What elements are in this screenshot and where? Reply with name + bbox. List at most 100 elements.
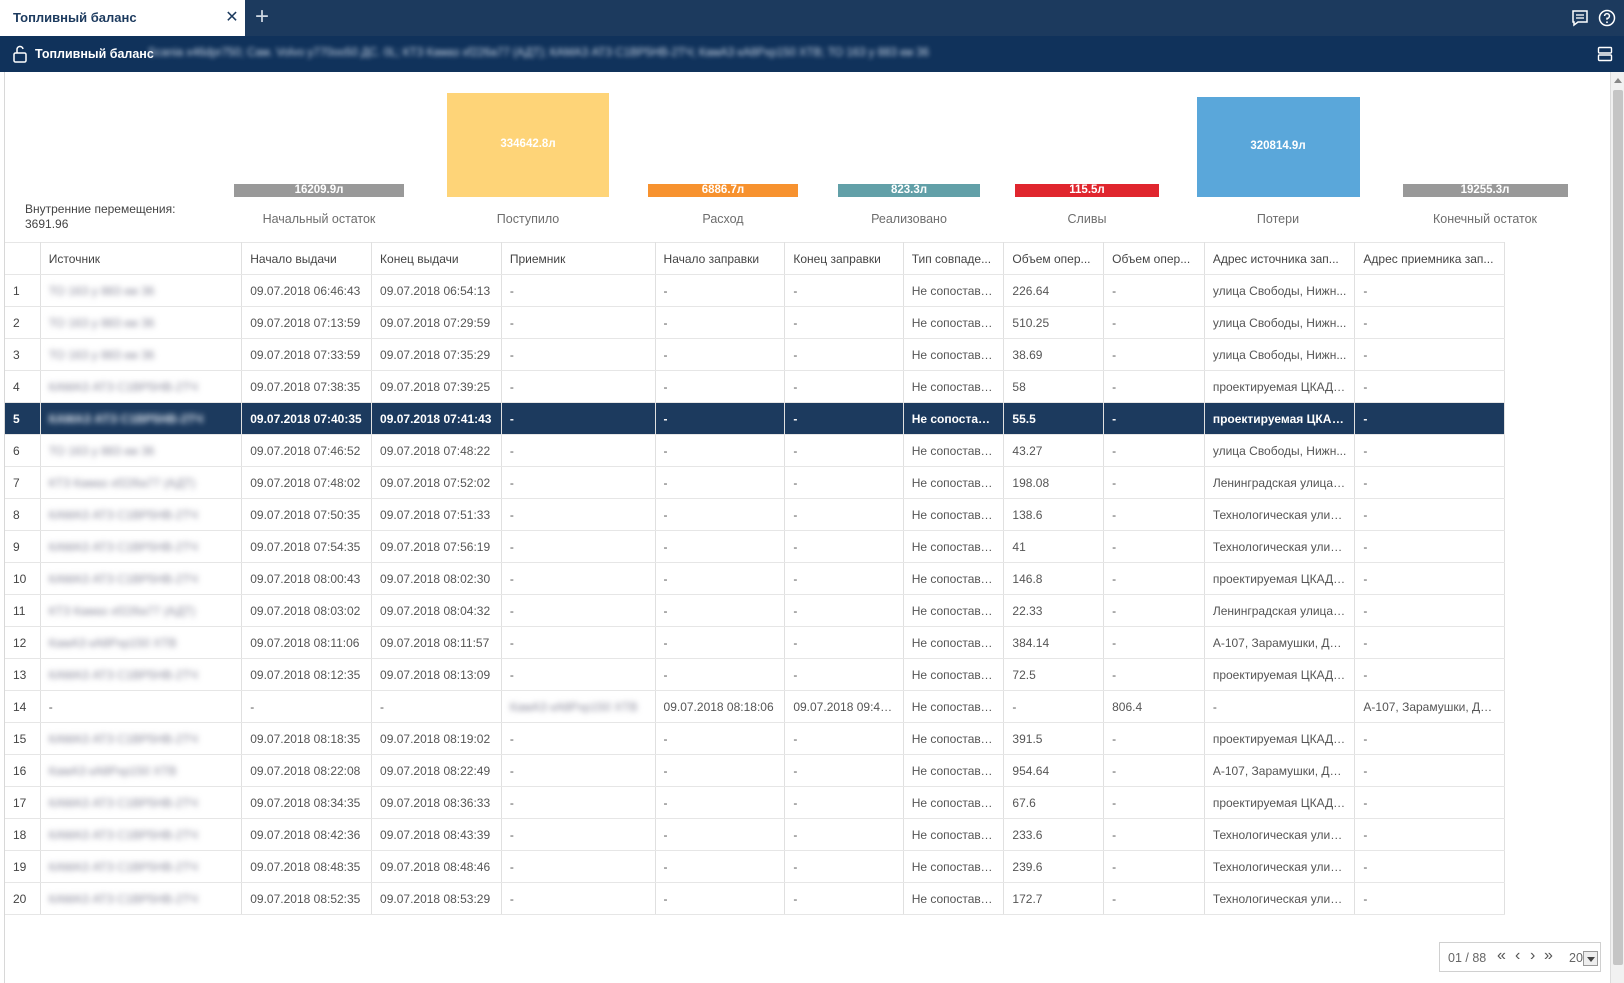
- table-cell[interactable]: -: [1354, 562, 1505, 595]
- column-header[interactable]: Конец выдачи: [371, 242, 502, 275]
- table-cell[interactable]: -: [1103, 498, 1205, 531]
- table-cell[interactable]: 09.07.2018 07:33:59: [241, 338, 373, 371]
- table-cell[interactable]: Не сопоставл...: [903, 498, 1005, 531]
- table-cell[interactable]: -: [1354, 626, 1505, 659]
- table-cell[interactable]: 09.07.2018 07:51:33: [371, 498, 502, 531]
- table-cell[interactable]: 172.7: [1003, 882, 1105, 915]
- row-number-cell[interactable]: 10: [5, 562, 41, 595]
- table-cell[interactable]: Ленинградская улица, ...: [1204, 466, 1356, 499]
- column-header[interactable]: Начало выдачи: [241, 242, 373, 275]
- table-cell[interactable]: 09.07.2018 08:12:35: [241, 658, 373, 691]
- table-row[interactable]: 14- - - КамАЗ кА8Рхр150 ХТВ 09.07.2018 08:18…: [5, 690, 1505, 723]
- table-cell[interactable]: 09.07.2018 07:39:25: [371, 370, 502, 403]
- table-cell[interactable]: 09.07.2018 08:02:30: [371, 562, 502, 595]
- table-cell[interactable]: Не сопоставл...: [903, 818, 1005, 851]
- table-cell[interactable]: -: [655, 402, 786, 435]
- table-row[interactable]: 3 ТО 163 у 883 км 36 09.07.2018 07:33:59 09…: [5, 338, 1505, 371]
- table-cell[interactable]: улица Свободы, Нижн...: [1204, 274, 1356, 307]
- table-cell[interactable]: -: [655, 370, 786, 403]
- table-cell[interactable]: -: [501, 722, 656, 755]
- table-row[interactable]: 16 КамАЗ кА8Рхр150 ХТВ 09.07.2018 08:22:08…: [5, 754, 1505, 787]
- table-cell[interactable]: -: [655, 466, 786, 499]
- table-cell[interactable]: проектируемая ЦКАД, ...: [1204, 402, 1356, 435]
- column-header[interactable]: Объем опер...: [1103, 242, 1205, 275]
- table-cell[interactable]: -: [501, 402, 656, 435]
- table-cell[interactable]: 138.6: [1003, 498, 1105, 531]
- table-cell[interactable]: 146.8: [1003, 562, 1105, 595]
- table-cell[interactable]: -: [784, 402, 904, 435]
- table-cell[interactable]: -: [501, 594, 656, 627]
- table-cell[interactable]: -: [501, 434, 656, 467]
- table-cell[interactable]: 391.5: [1003, 722, 1105, 755]
- table-cell[interactable]: 09.07.2018 07:40:35: [241, 402, 373, 435]
- source-cell[interactable]: КАМАЗ АТЗ С1ВР5НВ-2ТЧ: [40, 498, 243, 531]
- table-row[interactable]: 17 КАМАЗ АТЗ С1ВР5НВ-2ТЧ 09.07.2018 08:34:…: [5, 786, 1505, 819]
- source-cell[interactable]: КАМАЗ АТЗ С1ВР5НВ-2ТЧ: [40, 370, 243, 403]
- table-cell[interactable]: 09.07.2018 08:22:49: [371, 754, 502, 787]
- table-cell[interactable]: -: [784, 786, 904, 819]
- table-cell[interactable]: Не сопоставл...: [903, 434, 1005, 467]
- table-cell[interactable]: 09.07.2018 08:34:35: [241, 786, 373, 819]
- row-number-cell[interactable]: 4: [5, 370, 41, 403]
- table-cell[interactable]: -: [1354, 370, 1505, 403]
- table-cell[interactable]: -: [1204, 690, 1356, 723]
- table-cell[interactable]: Не сопоставл...: [903, 562, 1005, 595]
- table-row[interactable]: 20 КАМАЗ АТЗ С1ВР5НВ-2ТЧ 09.07.2018 08:52:…: [5, 882, 1505, 915]
- table-cell[interactable]: -: [784, 594, 904, 627]
- table-cell[interactable]: 09.07.2018 08:48:46: [371, 850, 502, 883]
- table-cell[interactable]: 510.25: [1003, 306, 1105, 339]
- table-cell[interactable]: 09.07.2018 08:03:02: [241, 594, 373, 627]
- table-cell[interactable]: 09.07.2018 09:43...: [784, 690, 904, 723]
- table-cell[interactable]: -: [784, 626, 904, 659]
- table-cell[interactable]: -: [655, 658, 786, 691]
- table-cell[interactable]: 41: [1003, 530, 1105, 563]
- table-cell[interactable]: 09.07.2018 07:54:35: [241, 530, 373, 563]
- table-cell[interactable]: 09.07.2018 08:18:35: [241, 722, 373, 755]
- table-cell[interactable]: -: [501, 338, 656, 371]
- table-cell[interactable]: 226.64: [1003, 274, 1105, 307]
- table-cell[interactable]: -: [784, 562, 904, 595]
- table-cell[interactable]: А-107, Зарамушки, Дм...: [1204, 626, 1356, 659]
- help-icon[interactable]: [1598, 9, 1616, 27]
- table-cell[interactable]: -: [1103, 562, 1205, 595]
- next-page-icon[interactable]: ›: [1530, 948, 1535, 964]
- table-row[interactable]: 8 КАМАЗ АТЗ С1ВР5НВ-2ТЧ 09.07.2018 07:50:3…: [5, 498, 1505, 531]
- table-cell[interactable]: -: [655, 434, 786, 467]
- table-cell[interactable]: -: [1354, 754, 1505, 787]
- table-cell[interactable]: -: [501, 882, 656, 915]
- table-cell[interactable]: 38.69: [1003, 338, 1105, 371]
- table-cell[interactable]: 09.07.2018 07:35:29: [371, 338, 502, 371]
- table-cell[interactable]: -: [40, 690, 243, 723]
- source-cell[interactable]: КАМАЗ АТЗ С1ВР5НВ-2ТЧ: [40, 658, 243, 691]
- table-cell[interactable]: Не сопоставл...: [903, 530, 1005, 563]
- table-cell[interactable]: Ленинградская улица, ...: [1204, 594, 1356, 627]
- table-cell[interactable]: -: [655, 786, 786, 819]
- table-cell[interactable]: 198.08: [1003, 466, 1105, 499]
- table-cell[interactable]: 09.07.2018 08:22:08: [241, 754, 373, 787]
- table-cell[interactable]: 09.07.2018 08:52:35: [241, 882, 373, 915]
- table-cell[interactable]: -: [1103, 594, 1205, 627]
- table-cell[interactable]: -: [784, 530, 904, 563]
- row-number-cell[interactable]: 13: [5, 658, 41, 691]
- table-cell[interactable]: -: [655, 530, 786, 563]
- chat-icon[interactable]: [1571, 9, 1589, 27]
- table-cell[interactable]: -: [1354, 434, 1505, 467]
- table-cell[interactable]: 09.07.2018 08:43:39: [371, 818, 502, 851]
- table-cell[interactable]: -: [1103, 882, 1205, 915]
- table-cell[interactable]: -: [784, 882, 904, 915]
- table-cell[interactable]: Не сопоставл...: [903, 370, 1005, 403]
- source-cell[interactable]: КТЗ Камаз xf226а77 (АДТ): [40, 466, 243, 499]
- table-cell[interactable]: -: [1103, 338, 1205, 371]
- table-cell[interactable]: 954.64: [1003, 754, 1105, 787]
- table-cell[interactable]: -: [241, 690, 373, 723]
- table-cell[interactable]: -: [784, 850, 904, 883]
- column-header[interactable]: Адрес приемника зап...: [1354, 242, 1505, 275]
- table-cell[interactable]: -: [501, 466, 656, 499]
- table-cell[interactable]: -: [655, 882, 786, 915]
- table-cell[interactable]: -: [655, 306, 786, 339]
- row-number-cell[interactable]: 15: [5, 722, 41, 755]
- table-cell[interactable]: -: [784, 722, 904, 755]
- table-cell[interactable]: 09.07.2018 07:13:59: [241, 306, 373, 339]
- source-cell[interactable]: ТО 163 у 883 км 36: [40, 434, 243, 467]
- table-cell[interactable]: -: [1354, 274, 1505, 307]
